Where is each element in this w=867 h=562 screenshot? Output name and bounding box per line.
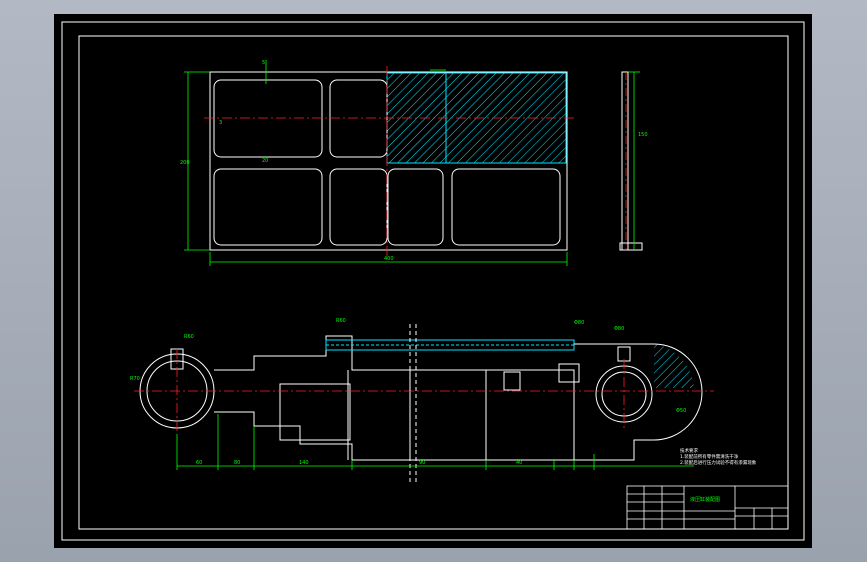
pocket (213, 168, 323, 246)
title-block[interactable] (626, 485, 789, 530)
title-block-label: 液压缸装配图 (690, 496, 720, 503)
callout-2: Φ80 (574, 320, 584, 326)
technical-notes: 技术要求 1.装配前所有零件需清洗干净 2.装配后进行压力试验不得有渗漏现象 (680, 447, 757, 466)
plate-side-view[interactable] (619, 71, 643, 251)
callout-1: R60 (336, 318, 346, 324)
notes-line-1: 1.装配前所有零件需清洗干净 (680, 453, 739, 460)
pocket (451, 168, 561, 246)
head-section-hatch (654, 344, 694, 388)
pocket (329, 168, 388, 246)
dim-side-height: 150 (638, 132, 648, 138)
pocket (213, 79, 323, 158)
callout-bore: Φ80 (614, 326, 624, 332)
dim-gap-top: 5 (262, 60, 265, 66)
dim-cyl-2: 80 (234, 460, 240, 466)
notes-heading: 技术要求 (680, 447, 698, 454)
cylinder-assembly[interactable] (139, 335, 703, 461)
dim-cyl-3: 140 (299, 460, 309, 466)
break-line (409, 324, 417, 482)
pocket (387, 168, 444, 246)
cylinder-centerlines (134, 349, 714, 434)
side-foot (619, 242, 643, 251)
drawing-viewport[interactable]: 400 200 5 20 3 150 60 80 140 90 40 R60 Φ… (54, 14, 812, 548)
cylinder-body-left (214, 335, 575, 461)
callout-3: R70 (130, 376, 140, 382)
dim-cyl-5: 40 (516, 460, 522, 466)
cad-drawing: 400 200 5 20 3 150 60 80 140 90 40 R60 Φ… (61, 21, 805, 541)
dim-gap-left: 3 (219, 120, 222, 126)
cylinder-dimensions (176, 414, 694, 470)
notes-line-2: 2.装配后进行压力试验不得有渗漏现象 (680, 459, 757, 466)
dim-plate-width: 400 (384, 256, 394, 262)
pocket (329, 79, 388, 158)
callout-eye-left: R60 (184, 334, 194, 340)
dim-plate-height: 200 (180, 160, 190, 166)
dim-rib: 20 (262, 158, 268, 164)
side-plate (621, 71, 629, 251)
callout-4: Φ50 (676, 408, 686, 414)
dim-cyl-1: 60 (196, 460, 202, 466)
dim-cyl-4: 90 (419, 460, 425, 466)
piston (279, 383, 351, 441)
